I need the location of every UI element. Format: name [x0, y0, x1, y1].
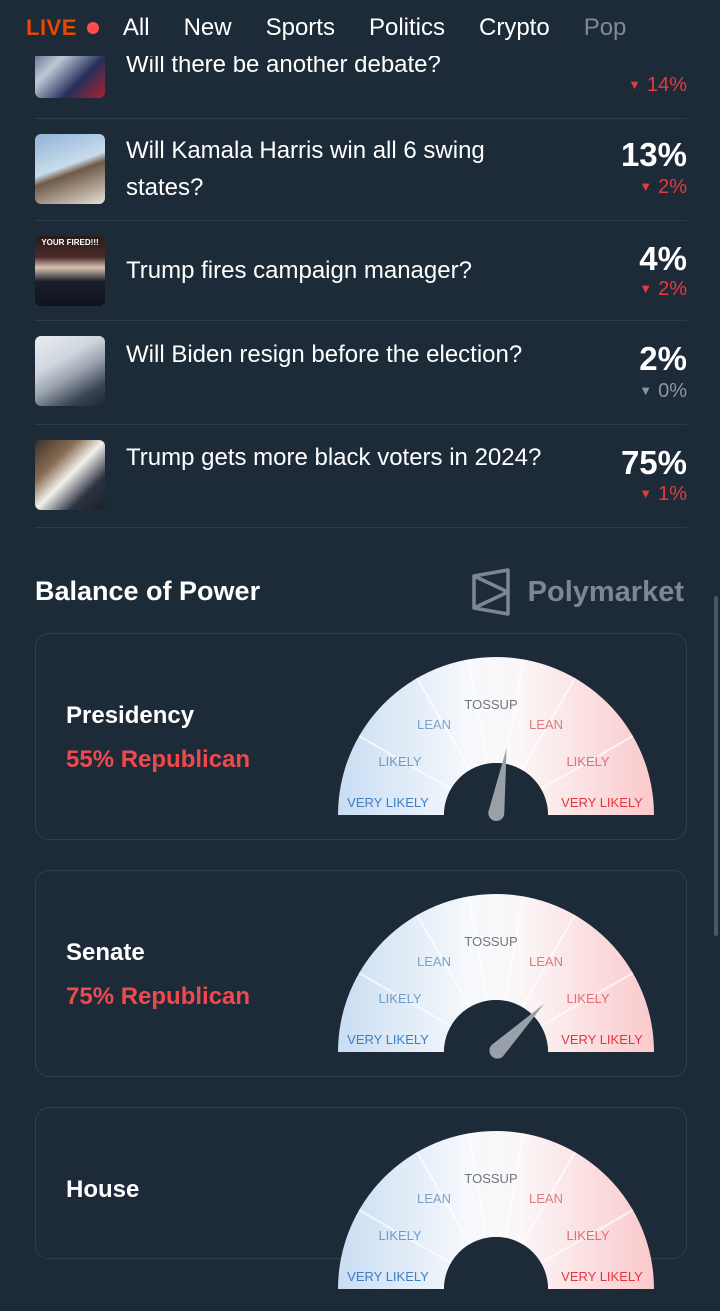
market-change: ▼ 2% — [639, 278, 687, 300]
polymarket-brand[interactable]: Polymarket — [470, 568, 684, 616]
gauge-label-likely-left: LIKELY — [378, 991, 421, 1006]
house-card[interactable]: House TOSSUP LEAN LEAN LIKELY LIKELY VERY LIK… — [35, 1107, 687, 1289]
gauge-label-likely-left: LIKELY — [378, 1228, 421, 1243]
market-question: Will Kamala Harris win all 6 swing state… — [126, 137, 485, 201]
market-change: ▼ 0% — [639, 380, 687, 402]
card-summary: 55% Republican — [66, 746, 251, 773]
brand-name: Polymarket — [527, 575, 684, 608]
section-title: Balance of Power — [35, 576, 261, 606]
market-row[interactable]: YOUR FIRED!!! Trump fires campaign manag… — [35, 220, 687, 321]
gauge-label-tossup: TOSSUP — [464, 697, 517, 712]
market-percent: 4% — [639, 240, 687, 277]
gauge-label-very-likely-right: VERY LIKELY — [561, 795, 643, 810]
gauge-label-likely-left: LIKELY — [378, 754, 421, 769]
card-title: Senate — [66, 939, 145, 966]
house-gauge: TOSSUPLEAN LEANLIKELY LIKELYVERY LIKELY VER… — [338, 1131, 654, 1289]
gauge-label-lean-left: LEAN — [417, 954, 451, 969]
tab-politics[interactable]: Politics — [369, 14, 445, 42]
live-dot-icon — [86, 22, 99, 34]
down-arrow-icon: ▼ — [639, 486, 653, 501]
down-arrow-icon: ▼ — [639, 179, 653, 194]
market-thumbnail — [35, 336, 105, 406]
gauge-label-very-likely-left: VERY LIKELY — [347, 1269, 429, 1284]
thumbnail-caption: YOUR FIRED!!! — [41, 238, 99, 247]
market-question: Will Biden resign before the election? — [126, 341, 523, 368]
category-nav: LIVE All New Sports Politics Crypto Pop — [0, 0, 720, 56]
market-percent: 13% — [620, 136, 687, 173]
market-thumbnail — [35, 134, 105, 204]
live-tab[interactable]: LIVE — [26, 15, 99, 41]
polymarket-logo-icon — [471, 568, 510, 616]
tab-crypto[interactable]: Crypto — [479, 14, 550, 42]
gauge-label-likely-right: LIKELY — [566, 991, 609, 1006]
gauge-label-very-likely-right: VERY LIKELY — [561, 1269, 643, 1284]
card-title: Presidency — [66, 702, 195, 729]
market-change: ▼ 14% — [628, 74, 687, 96]
tab-pop[interactable]: Pop — [584, 14, 627, 42]
scrollbar[interactable] — [714, 596, 718, 936]
market-row[interactable]: Will Biden resign before the election? 2… — [35, 320, 687, 425]
live-label: LIVE — [26, 15, 77, 40]
tab-sports[interactable]: Sports — [266, 14, 335, 42]
market-percent: 75% — [620, 444, 687, 481]
market-row[interactable]: Trump gets more black voters in 2024? 75… — [35, 424, 687, 528]
card-summary: 75% Republican — [66, 983, 251, 1010]
market-thumbnail — [35, 440, 105, 510]
gauge-label-tossup: TOSSUP — [464, 1171, 517, 1186]
presidency-gauge: TOSSUP LEAN LEAN LIKELY LIKELY VERY LIKELY VER… — [338, 657, 654, 822]
card-title: House — [66, 1176, 140, 1203]
down-arrow-icon: ▼ — [639, 281, 653, 296]
market-question: Trump fires campaign manager? — [126, 257, 472, 284]
gauge-label-tossup: TOSSUP — [464, 934, 517, 949]
gauge-label-lean-left: LEAN — [417, 717, 451, 732]
senate-card[interactable]: Senate 75% Republican TOSSUP LEAN LEAN LIKE… — [35, 870, 687, 1077]
gauge-label-likely-right: LIKELY — [566, 1228, 609, 1243]
senate-gauge: TOSSUP LEAN LEAN LIKELY LIKELY VERY LIKELY VER… — [338, 894, 654, 1059]
gauge-label-likely-right: LIKELY — [566, 754, 609, 769]
market-percent: 2% — [639, 340, 687, 377]
gauge-label-very-likely-left: VERY LIKELY — [347, 1032, 429, 1047]
gauge-label-very-likely-right: VERY LIKELY — [561, 1032, 643, 1047]
tab-all[interactable]: All — [123, 14, 150, 42]
market-question: Trump gets more black voters in 2024? — [126, 444, 542, 471]
market-thumbnail: YOUR FIRED!!! — [35, 236, 105, 306]
down-arrow-icon: ▼ — [628, 77, 641, 92]
gauge-label-lean-right: LEAN — [529, 954, 563, 969]
market-change: ▼ 2% — [639, 176, 687, 198]
tab-new[interactable]: New — [184, 14, 232, 42]
gauge-label-very-likely-left: VERY LIKELY — [347, 795, 429, 810]
down-arrow-icon: ▼ — [639, 383, 653, 398]
market-change: ▼ 1% — [639, 483, 687, 505]
market-row[interactable]: Will Kamala Harris win all 6 swing state… — [35, 118, 687, 221]
gauge-label-lean-right: LEAN — [529, 717, 563, 732]
presidency-card[interactable]: Presidency 55% Republican TOSSUP LEAN LEAN… — [35, 633, 687, 840]
